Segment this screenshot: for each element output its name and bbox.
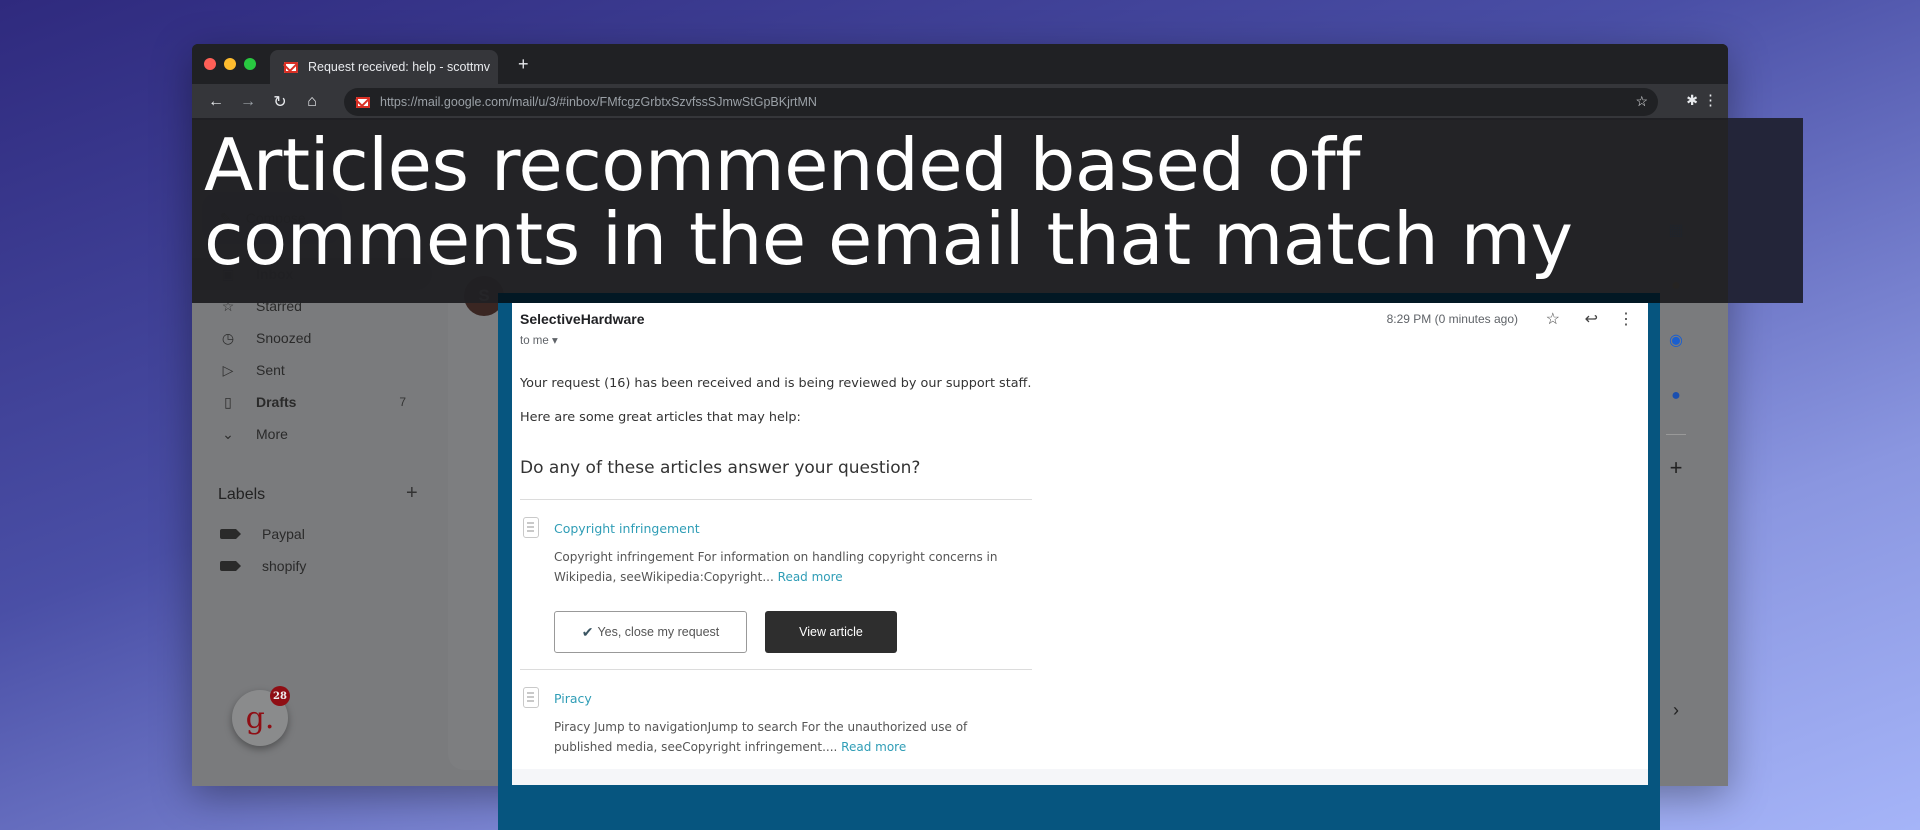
sidebar-item-label: Snoozed [256,330,312,346]
home-icon[interactable]: ⌂ [296,93,328,111]
article-description-text: Copyright infringement For information o… [554,550,998,584]
checkmark-icon: ✔ [581,623,594,640]
add-label-icon[interactable]: + [406,482,418,505]
email-body-line: Here are some great articles that may he… [520,410,801,425]
email-footer [512,769,1648,785]
read-more-link[interactable]: Read more [778,570,843,584]
sender-name: SelectiveHardware [520,311,645,327]
reload-icon[interactable]: ↻ [264,92,296,112]
draft-icon: ▯ [224,393,232,410]
article-icon [523,517,539,538]
gmail-icon [356,96,370,108]
sidebar-item-more[interactable]: ⌄ More [192,418,432,450]
close-request-button[interactable]: ✔ Yes, close my request [554,611,747,653]
back-icon[interactable]: ← [200,93,232,111]
article-description: Piracy Jump to navigationJump to search … [554,717,1024,757]
highlight-frame-top [498,293,1660,303]
tab-title: Request received: help - scottmv [308,60,491,74]
add-addon-icon[interactable]: + [1664,455,1688,480]
browser-tab-active[interactable]: Request received: help - scottmv [270,50,498,84]
sidebar-item-snoozed[interactable]: ◷ Snoozed [192,322,432,354]
new-tab-button[interactable]: + [518,54,529,75]
divider [520,669,1032,670]
label-icon [220,561,241,571]
labels-heading: Labels [218,486,266,503]
maximize-window-button[interactable] [244,58,256,70]
article-title-link[interactable]: Piracy [554,691,592,706]
expand-panel-icon[interactable]: › [1664,698,1688,722]
email-body-line: Your request (16) has been received and … [520,376,1032,391]
star-icon[interactable]: ☆ [1546,309,1560,329]
articles-question: Do any of these articles answer your que… [520,458,921,478]
label-item-paypal[interactable]: Paypal [220,526,305,542]
extensions-icon[interactable]: ✱ [1686,92,1698,109]
email-timestamp: 8:29 PM (0 minutes ago) [1386,312,1518,326]
grammarly-badge: 28 [270,686,290,706]
tasks-icon[interactable]: ◉ [1664,328,1688,352]
close-request-label: Yes, close my request [597,625,720,639]
rail-divider [1666,434,1686,435]
read-more-link[interactable]: Read more [841,740,906,754]
caption-line-2: comments in the email that match my [204,197,1573,281]
sidebar-item-label: Sent [256,362,285,378]
caption-text: Articles recommended based off comments … [204,128,1684,276]
sidebar-item-drafts[interactable]: ▯ Drafts 7 [192,386,432,418]
clock-icon: ◷ [221,329,235,346]
address-bar[interactable]: https://mail.google.com/mail/u/3/#inbox/… [344,88,1658,116]
caption-line-1: Articles recommended based off [204,123,1361,207]
label-icon [220,529,241,539]
nav-bar: ← → ↻ ⌂ https://mail.google.com/mail/u/3… [192,84,1728,120]
view-article-button[interactable]: View article [765,611,897,653]
label-name: Paypal [262,526,305,542]
article-icon [523,687,539,708]
label-item-shopify[interactable]: shopify [220,558,306,574]
window-controls [204,58,256,70]
chevron-down-icon: ⌄ [222,425,234,442]
article-title-link[interactable]: Copyright infringement [554,521,700,536]
minimize-window-button[interactable] [224,58,236,70]
tab-bar: Request received: help - scottmv + [192,44,1728,84]
bookmark-star-icon[interactable]: ☆ [1635,93,1648,110]
url-text: https://mail.google.com/mail/u/3/#inbox/… [380,95,817,109]
contacts-icon[interactable]: ● [1664,384,1688,408]
browser-menu-icon[interactable]: ⋮ [1703,91,1718,109]
more-options-icon[interactable]: ⋮ [1618,309,1634,329]
gmail-icon [284,61,298,73]
grammarly-icon: g. [245,700,275,736]
label-name: shopify [262,558,307,574]
recipient-dropdown[interactable]: to me ▾ [520,333,558,347]
caption-band-edge [1728,118,1803,303]
sidebar-item-label: More [256,426,288,442]
sidebar-item-sent[interactable]: ▷ Sent [192,354,432,386]
reply-icon[interactable]: ↩ [1585,309,1598,329]
email-message: SelectiveHardware to me ▾ 8:29 PM (0 min… [512,303,1648,769]
divider [520,499,1032,500]
drafts-count: 7 [399,395,406,409]
article-description: Copyright infringement For information o… [554,547,1024,587]
sidebar-item-label: Drafts [256,394,297,410]
grammarly-button[interactable]: g. 28 [232,686,290,746]
close-window-button[interactable] [204,58,216,70]
forward-icon[interactable]: → [232,93,264,111]
send-icon: ▷ [222,361,234,378]
